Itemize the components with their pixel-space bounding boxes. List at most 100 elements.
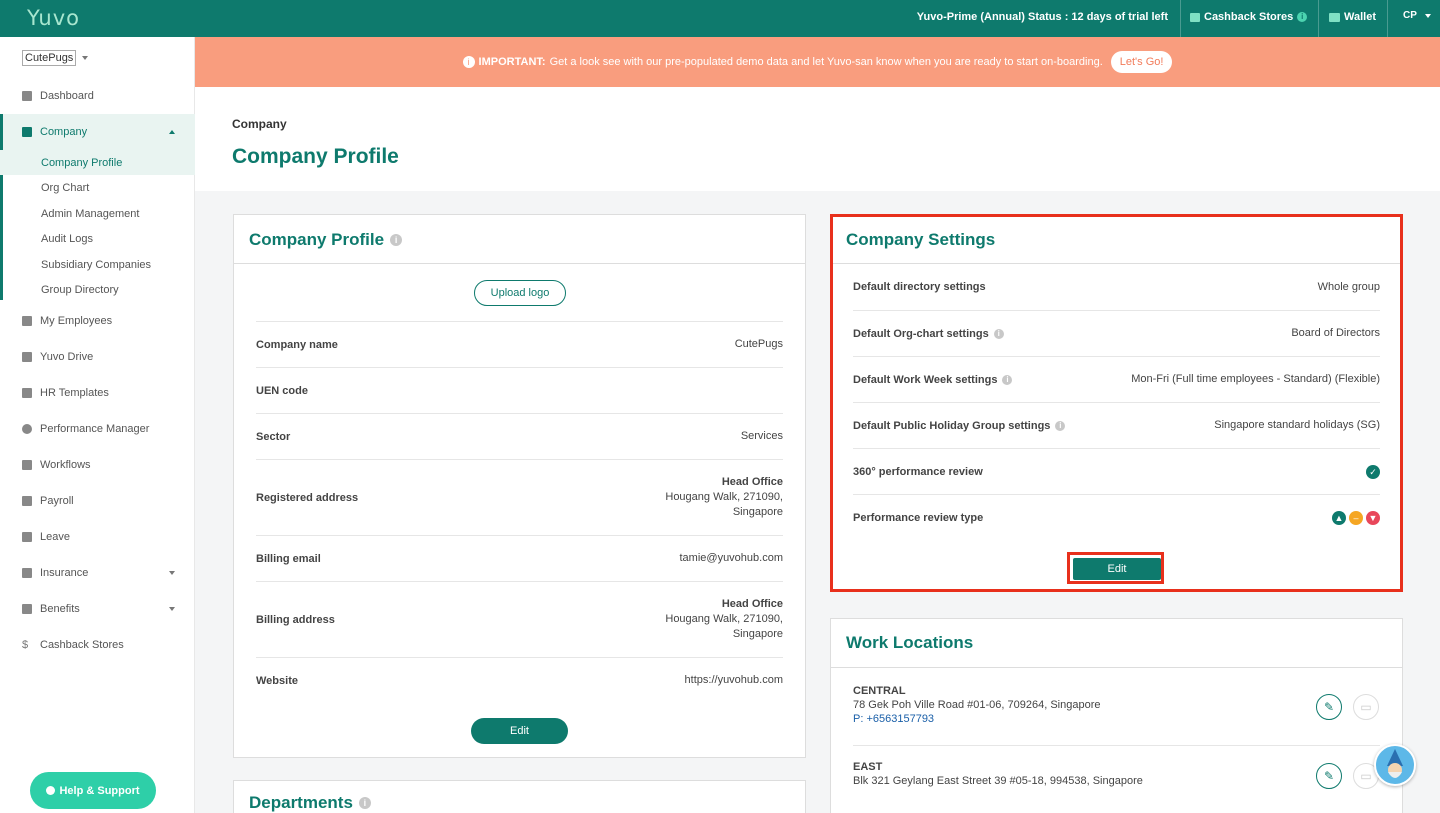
sidebar-item-label: Yuvo Drive — [40, 351, 94, 363]
company-name-row: Company name CutePugs — [256, 321, 783, 367]
row-label: Sector — [256, 430, 291, 443]
company-icon — [22, 127, 32, 137]
sidebar-item-insurance[interactable]: Insurance — [0, 561, 195, 585]
registered-address-value: Head Office Hougang Walk, 271090, Singap… — [665, 475, 783, 520]
wallet-icon — [1329, 12, 1340, 22]
cashback-stores-link[interactable]: Cashback Stores i — [1190, 11, 1308, 23]
sidebar-item-label: Leave — [40, 531, 70, 543]
sidebar-item-dashboard[interactable]: Dashboard — [0, 84, 195, 108]
card-title: Work Locations — [846, 633, 974, 652]
location-address: 78 Gek Poh Ville Road #01-06, 709264, Si… — [853, 699, 1101, 711]
user-menu[interactable]: CP — [1403, 10, 1431, 21]
sidebar-item-hr-templates[interactable]: HR Templates — [0, 381, 195, 405]
sidebar-item-subsidiary-companies[interactable]: Subsidiary Companies — [0, 252, 195, 277]
sidebar-item-label: My Employees — [40, 315, 113, 327]
address-line: Hougang Walk, 271090, — [665, 613, 783, 625]
sidebar-item-admin-management[interactable]: Admin Management — [0, 201, 195, 226]
sidebar-item-performance-manager[interactable]: Performance Manager — [0, 417, 195, 441]
company-name-value: CutePugs — [734, 338, 783, 350]
billing-email-row: Billing email tamie@yuvohub.com — [256, 535, 783, 581]
departments-card: Departments i — [233, 780, 806, 813]
dashboard-icon — [22, 91, 32, 101]
billing-address-value: Head Office Hougang Walk, 271090, Singap… — [665, 597, 783, 642]
location-address: Blk 321 Geylang East Street 39 #05-18, 9… — [853, 775, 1143, 787]
users-icon — [22, 316, 32, 326]
sidebar-item-audit-logs[interactable]: Audit Logs — [0, 226, 195, 251]
sidebar-item-workflows[interactable]: Workflows — [0, 453, 195, 477]
company-profile-card: Company Profile i Upload logo Company na… — [233, 214, 806, 758]
company-select-value: CutePugs — [22, 50, 77, 66]
yuvo-san-avatar[interactable] — [1374, 744, 1416, 786]
row-label: UEN code — [256, 384, 308, 397]
address-heading: Head Office — [721, 476, 783, 488]
info-icon: i — [1297, 12, 1308, 22]
page-header: Company Company Profile — [195, 87, 1440, 191]
sidebar-item-company[interactable]: Company — [0, 114, 195, 150]
insurance-icon — [22, 568, 32, 578]
sidebar-item-my-employees[interactable]: My Employees — [0, 309, 195, 333]
row-label: Company name — [256, 338, 338, 351]
yuvo-logo[interactable]: Yuvo — [27, 6, 80, 30]
help-support-button[interactable]: Help & Support — [30, 772, 156, 809]
cashback-label: Cashback Stores — [1204, 11, 1294, 23]
location-name: CENTRAL — [853, 685, 906, 697]
delete-location-button[interactable]: ▭ — [1353, 694, 1379, 720]
wallet-link[interactable]: Wallet — [1329, 11, 1376, 23]
user-initials: CP — [1403, 10, 1417, 21]
edit-location-button[interactable]: ✎ — [1316, 694, 1342, 720]
billing-address-row: Billing address Head Office Hougang Walk… — [256, 581, 783, 657]
help-label: Help & Support — [59, 784, 140, 797]
upload-logo-button[interactable]: Upload logo — [474, 280, 566, 306]
edit-location-button[interactable]: ✎ — [1316, 763, 1342, 789]
registered-address-row: Registered address Head Office Hougang W… — [256, 459, 783, 535]
gears-icon — [22, 460, 32, 470]
breadcrumb[interactable]: Company — [232, 117, 287, 131]
page-title: Company Profile — [232, 145, 399, 168]
website-row: Website https://yuvohub.com — [256, 657, 783, 703]
edit-profile-button[interactable]: Edit — [471, 718, 568, 744]
address-line: Singapore — [732, 506, 783, 518]
info-icon[interactable]: i — [358, 797, 371, 809]
payroll-icon — [22, 496, 32, 506]
sidebar-item-cashback-stores[interactable]: $ Cashback Stores — [0, 633, 195, 657]
address-line: Singapore — [732, 628, 783, 640]
dollar-icon: $ — [22, 639, 29, 651]
chevron-down-icon — [169, 607, 175, 611]
wallet-label: Wallet — [1344, 11, 1376, 23]
card-title: Departments i — [249, 793, 371, 813]
sidebar-item-label: Performance Manager — [40, 423, 150, 435]
uen-row: UEN code — [256, 367, 783, 413]
divider — [234, 263, 805, 264]
sidebar-item-company-profile[interactable]: Company Profile — [0, 150, 195, 175]
lets-go-button[interactable]: Let's Go! — [1110, 51, 1173, 73]
sidebar-item-benefits[interactable]: Benefits — [0, 597, 195, 621]
sidebar-item-org-chart[interactable]: Org Chart — [0, 175, 195, 200]
address-heading: Head Office — [721, 598, 783, 610]
location-name: EAST — [853, 761, 883, 773]
pencil-icon: ✎ — [1323, 769, 1335, 783]
company-selector[interactable]: CutePugs — [22, 50, 89, 66]
edit-highlight-box — [1067, 552, 1164, 584]
sidebar-item-yuvo-drive[interactable]: Yuvo Drive — [0, 345, 195, 369]
location-item: CENTRAL 78 Gek Poh Ville Road #01-06, 70… — [853, 685, 1100, 725]
website-link[interactable]: https://yuvohub.com — [685, 673, 783, 688]
sidebar-item-group-directory[interactable]: Group Directory — [0, 277, 195, 302]
sidebar-item-payroll[interactable]: Payroll — [0, 489, 195, 513]
sidebar-item-leave[interactable]: Leave — [0, 525, 195, 549]
sidebar-item-label: Insurance — [40, 567, 89, 579]
sidebar-item-label: Payroll — [40, 495, 74, 507]
info-icon[interactable]: i — [390, 234, 403, 246]
info-icon: i — [462, 56, 475, 68]
card-title-text: Departments — [249, 793, 353, 812]
divider — [1318, 0, 1319, 37]
location-phone[interactable]: P: +6563157793 — [853, 713, 1100, 725]
cashback-icon — [1190, 12, 1200, 22]
help-icon — [46, 786, 56, 795]
trash-icon: ▭ — [1360, 700, 1372, 714]
trash-icon: ▭ — [1360, 769, 1372, 783]
folder-icon — [22, 352, 32, 362]
row-label: Website — [256, 674, 298, 687]
calendar-icon — [22, 532, 32, 542]
sidebar-item-label: Cashback Stores — [40, 639, 124, 651]
sidebar-item-label: Benefits — [40, 603, 80, 615]
